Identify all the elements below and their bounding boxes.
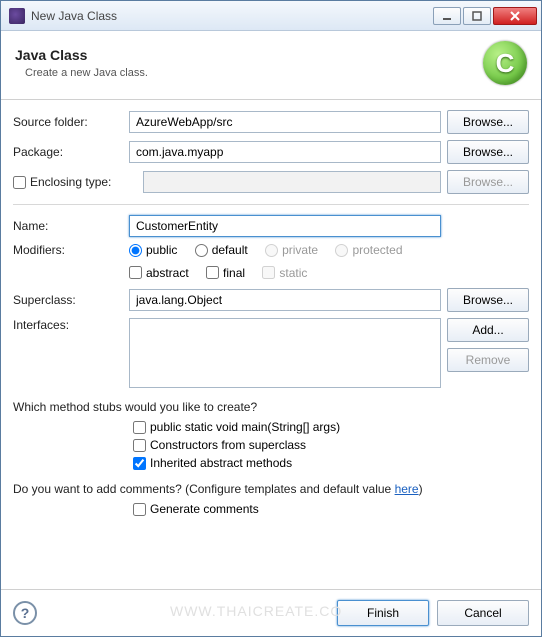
modifier-final-checkbox[interactable]: final [206,266,245,280]
stubs-question: Which method stubs would you like to cre… [13,400,529,414]
cancel-button[interactable]: Cancel [437,600,529,626]
superclass-browse-button[interactable]: Browse... [447,288,529,312]
source-folder-input[interactable] [129,111,441,133]
modifier-private-radio: private [265,243,318,257]
enclosing-type-browse-button: Browse... [447,170,529,194]
package-label: Package: [13,145,123,159]
help-icon[interactable]: ? [13,601,37,625]
titlebar[interactable]: New Java Class [1,1,541,31]
dialog-window: New Java Class Java Class Create a new J… [0,0,542,637]
close-button[interactable] [493,7,537,25]
modifier-static-checkbox: static [262,266,307,280]
modifiers-label: Modifiers: [13,243,123,257]
comments-question: Do you want to add comments? (Configure … [13,482,529,496]
source-folder-browse-button[interactable]: Browse... [447,110,529,134]
superclass-label: Superclass: [13,293,123,307]
banner-heading: Java Class [15,47,483,63]
name-input[interactable] [129,215,441,237]
banner: Java Class Create a new Java class. C [1,31,541,100]
stub-constructors-checkbox[interactable]: Constructors from superclass [133,438,515,452]
interfaces-list[interactable] [129,318,441,388]
source-folder-label: Source folder: [13,115,123,129]
configure-templates-link[interactable]: here [395,482,419,496]
interfaces-remove-button: Remove [447,348,529,372]
banner-subtext: Create a new Java class. [25,67,483,79]
superclass-input[interactable] [129,289,441,311]
enclosing-type-input [143,171,441,193]
eclipse-icon [9,8,25,24]
content-area: Source folder: Browse... Package: Browse… [1,100,541,589]
package-input[interactable] [129,141,441,163]
name-label: Name: [13,219,123,233]
maximize-button[interactable] [463,7,491,25]
finish-button[interactable]: Finish [337,600,429,626]
class-icon: C [483,41,527,85]
modifier-abstract-checkbox[interactable]: abstract [129,266,189,280]
minimize-button[interactable] [433,7,461,25]
separator [13,204,529,205]
modifier-public-radio[interactable]: public [129,243,177,257]
interfaces-add-button[interactable]: Add... [447,318,529,342]
window-title: New Java Class [31,9,431,23]
stub-main-checkbox[interactable]: public static void main(String[] args) [133,420,515,434]
modifier-protected-radio: protected [335,243,402,257]
package-browse-button[interactable]: Browse... [447,140,529,164]
interfaces-label: Interfaces: [13,318,123,332]
footer: ? Finish Cancel [1,589,541,636]
generate-comments-checkbox[interactable]: Generate comments [133,502,515,516]
enclosing-type-checkbox[interactable]: Enclosing type: [13,175,123,189]
modifier-default-radio[interactable]: default [195,243,248,257]
stub-inherited-checkbox[interactable]: Inherited abstract methods [133,456,515,470]
